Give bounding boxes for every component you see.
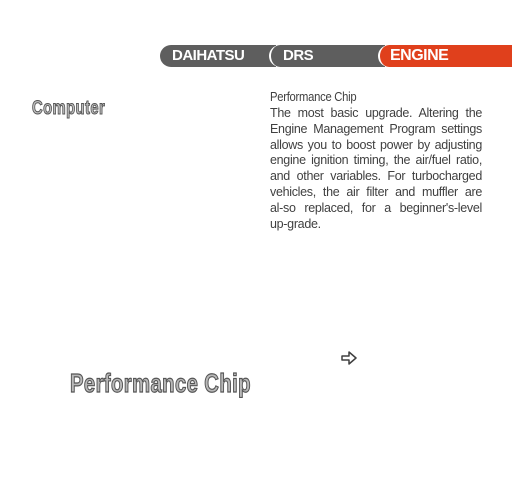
description-title: Performance Chip bbox=[270, 90, 357, 104]
description-panel: Performance Chip The most basic upgrade.… bbox=[270, 90, 482, 232]
description-text: The most basic upgrade. Altering the Eng… bbox=[270, 106, 482, 231]
part-name-heading: Performance Chip bbox=[70, 367, 251, 398]
category-label: Computer bbox=[32, 98, 106, 120]
arrow-right-icon[interactable] bbox=[341, 351, 357, 365]
tab-engine[interactable]: ENGINE bbox=[378, 45, 512, 67]
tab-bar: DAIHATSU DRS ENGINE bbox=[160, 45, 512, 67]
tab-daihatsu[interactable]: DAIHATSU bbox=[160, 45, 276, 67]
tab-drs[interactable]: DRS bbox=[269, 45, 385, 67]
